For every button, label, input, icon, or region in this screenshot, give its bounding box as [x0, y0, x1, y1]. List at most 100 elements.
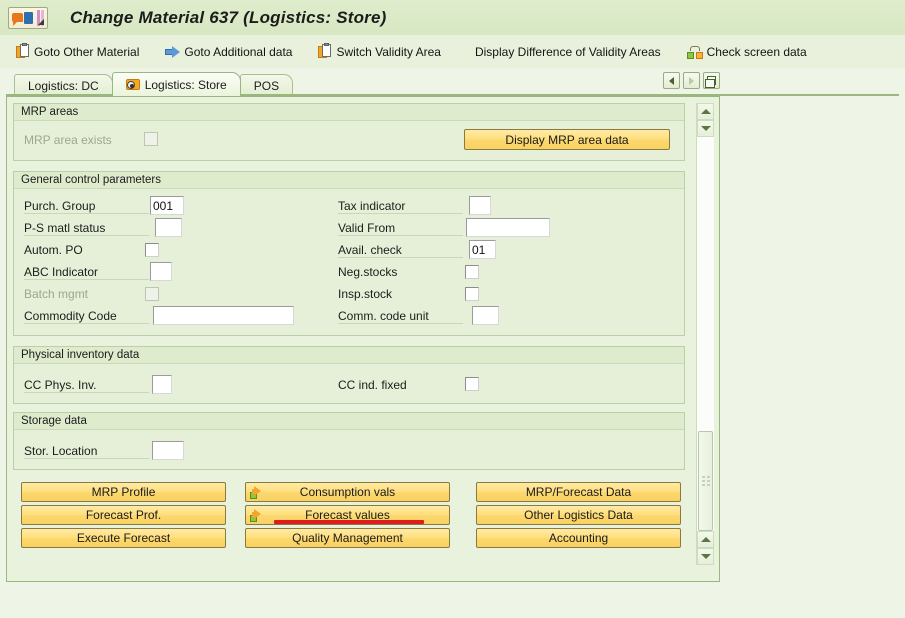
- group-physical-inventory-title: Physical inventory data: [14, 347, 684, 364]
- execute-forecast-button[interactable]: Execute Forecast: [21, 528, 226, 548]
- consumption-vals-button[interactable]: Consumption vals: [245, 482, 450, 502]
- cc-phys-inv-label: CC Phys. Inv.: [24, 378, 149, 393]
- cc-ind-fixed-label: CC ind. fixed: [338, 378, 407, 392]
- check-screen-data-button[interactable]: Check screen data: [681, 40, 813, 64]
- neg-stocks-checkbox[interactable]: [465, 265, 479, 279]
- cc-phys-inv-input[interactable]: [152, 375, 172, 394]
- mrp-area-exists-label: MRP area exists: [24, 133, 112, 147]
- tab-pos[interactable]: POS: [240, 74, 293, 96]
- mrp-forecast-data-button[interactable]: MRP/Forecast Data: [476, 482, 681, 502]
- group-mrp-areas-title: MRP areas: [14, 104, 684, 121]
- avail-check-input[interactable]: [469, 240, 496, 259]
- avail-check-label: Avail. check: [338, 243, 463, 258]
- accounting-button[interactable]: Accounting: [476, 528, 681, 548]
- commodity-code-input[interactable]: [153, 306, 294, 325]
- group-storage-data: Storage data Stor. Location: [13, 412, 685, 470]
- triangle-up-icon: [701, 537, 711, 542]
- form-scroll-up-button-bottom[interactable]: [697, 531, 714, 548]
- neg-stocks-label: Neg.stocks: [338, 265, 397, 279]
- batch-mgmt-checkbox[interactable]: [145, 287, 159, 301]
- group-general-control-title: General control parameters: [14, 172, 684, 189]
- form-scroll-down-button-bottom[interactable]: [697, 548, 714, 565]
- insp-stock-label: Insp.stock: [338, 287, 392, 301]
- purch-group-label: Purch. Group: [24, 199, 149, 214]
- tab-selected-icon: [126, 79, 140, 91]
- tab-list-button[interactable]: [703, 72, 720, 89]
- tab-pos-label: POS: [254, 79, 279, 93]
- valid-from-label: Valid From: [338, 221, 463, 236]
- ps-matl-status-label: P-S matl status: [24, 221, 149, 236]
- chevron-left-icon: [669, 77, 674, 85]
- form-scroll-thumb[interactable]: [698, 431, 713, 531]
- tab-logistics-dc[interactable]: Logistics: DC: [14, 74, 113, 96]
- arrow-right-icon: [165, 46, 180, 58]
- clipboard-icon: [318, 44, 332, 59]
- application-toolbar: Goto Other Material Goto Additional data…: [0, 35, 905, 68]
- forecast-values-button[interactable]: Forecast values: [245, 505, 450, 525]
- quality-management-button[interactable]: Quality Management: [245, 528, 450, 548]
- triangle-down-icon: [701, 126, 711, 131]
- purch-group-input[interactable]: [150, 196, 184, 215]
- window-title-bar: Change Material 637 (Logistics: Store): [0, 0, 905, 35]
- group-general-control-parameters: General control parameters Purch. Group …: [13, 171, 685, 336]
- clipboard-icon: [16, 44, 30, 59]
- check-screen-data-label: Check screen data: [707, 45, 807, 59]
- mrp-area-exists-checkbox[interactable]: [144, 132, 158, 146]
- tab-logistics-store[interactable]: Logistics: Store: [112, 72, 241, 96]
- sap-system-icon[interactable]: [8, 7, 48, 29]
- batch-mgmt-label: Batch mgmt: [24, 287, 88, 301]
- autom-po-label: Autom. PO: [24, 243, 83, 257]
- goto-additional-data-label: Goto Additional data: [184, 45, 292, 59]
- tab-logistics-store-label: Logistics: Store: [145, 78, 227, 92]
- main-form-panel: MRP areas MRP area exists Display MRP ar…: [6, 96, 720, 582]
- abc-indicator-input[interactable]: [150, 262, 172, 281]
- goto-other-material-button[interactable]: Goto Other Material: [10, 40, 145, 64]
- stor-location-label: Stor. Location: [24, 444, 149, 459]
- other-logistics-data-button[interactable]: Other Logistics Data: [476, 505, 681, 525]
- forward-icon: [250, 486, 263, 499]
- form-scrollbar[interactable]: [696, 103, 713, 565]
- comm-code-unit-input[interactable]: [472, 306, 499, 325]
- goto-other-material-label: Goto Other Material: [34, 45, 139, 59]
- tax-indicator-input[interactable]: [469, 196, 491, 215]
- tab-logistics-dc-label: Logistics: DC: [28, 79, 99, 93]
- triangle-up-icon: [701, 109, 711, 114]
- goto-additional-data-button[interactable]: Goto Additional data: [159, 40, 298, 64]
- tab-navigation: [663, 72, 720, 89]
- group-storage-data-title: Storage data: [14, 413, 684, 430]
- switch-validity-area-label: Switch Validity Area: [336, 45, 441, 59]
- mrp-profile-button[interactable]: MRP Profile: [21, 482, 226, 502]
- display-mrp-area-data-button[interactable]: Display MRP area data: [464, 129, 670, 150]
- scroll-grip-icon: [702, 476, 711, 486]
- insp-stock-checkbox[interactable]: [465, 287, 479, 301]
- commodity-code-label: Commodity Code: [24, 309, 149, 324]
- stor-location-input[interactable]: [152, 441, 184, 460]
- window-list-icon: [707, 76, 716, 85]
- form-scroll-track[interactable]: [697, 137, 714, 531]
- form-scroll-down-button[interactable]: [697, 120, 714, 137]
- tab-prev-button[interactable]: [663, 72, 680, 89]
- display-difference-label: Display Difference of Validity Areas: [475, 45, 661, 59]
- forecast-prof-button[interactable]: Forecast Prof.: [21, 505, 226, 525]
- valid-from-input[interactable]: [466, 218, 550, 237]
- tax-indicator-label: Tax indicator: [338, 199, 463, 214]
- forecast-values-highlight-marker: [274, 520, 424, 524]
- forward-icon: [250, 509, 263, 522]
- consumption-vals-label: Consumption vals: [300, 485, 395, 499]
- tab-next-button[interactable]: [683, 72, 700, 89]
- triangle-down-icon: [701, 554, 711, 559]
- ps-matl-status-input[interactable]: [155, 218, 182, 237]
- display-difference-validity-areas-button[interactable]: Display Difference of Validity Areas: [469, 40, 667, 64]
- tab-strip: Logistics: DC Logistics: Store POS: [0, 68, 905, 96]
- switch-validity-area-button[interactable]: Switch Validity Area: [312, 40, 447, 64]
- check-screen-icon: [687, 45, 703, 59]
- page-title: Change Material 637 (Logistics: Store): [70, 8, 387, 28]
- group-physical-inventory-data: Physical inventory data CC Phys. Inv. CC…: [13, 346, 685, 404]
- form-scroll-up-button[interactable]: [697, 103, 714, 120]
- comm-code-unit-label: Comm. code unit: [338, 309, 463, 324]
- autom-po-checkbox[interactable]: [145, 243, 159, 257]
- group-mrp-areas: MRP areas MRP area exists Display MRP ar…: [13, 103, 685, 161]
- cc-ind-fixed-checkbox[interactable]: [465, 377, 479, 391]
- abc-indicator-label: ABC Indicator: [24, 265, 149, 280]
- chevron-right-icon: [689, 77, 694, 85]
